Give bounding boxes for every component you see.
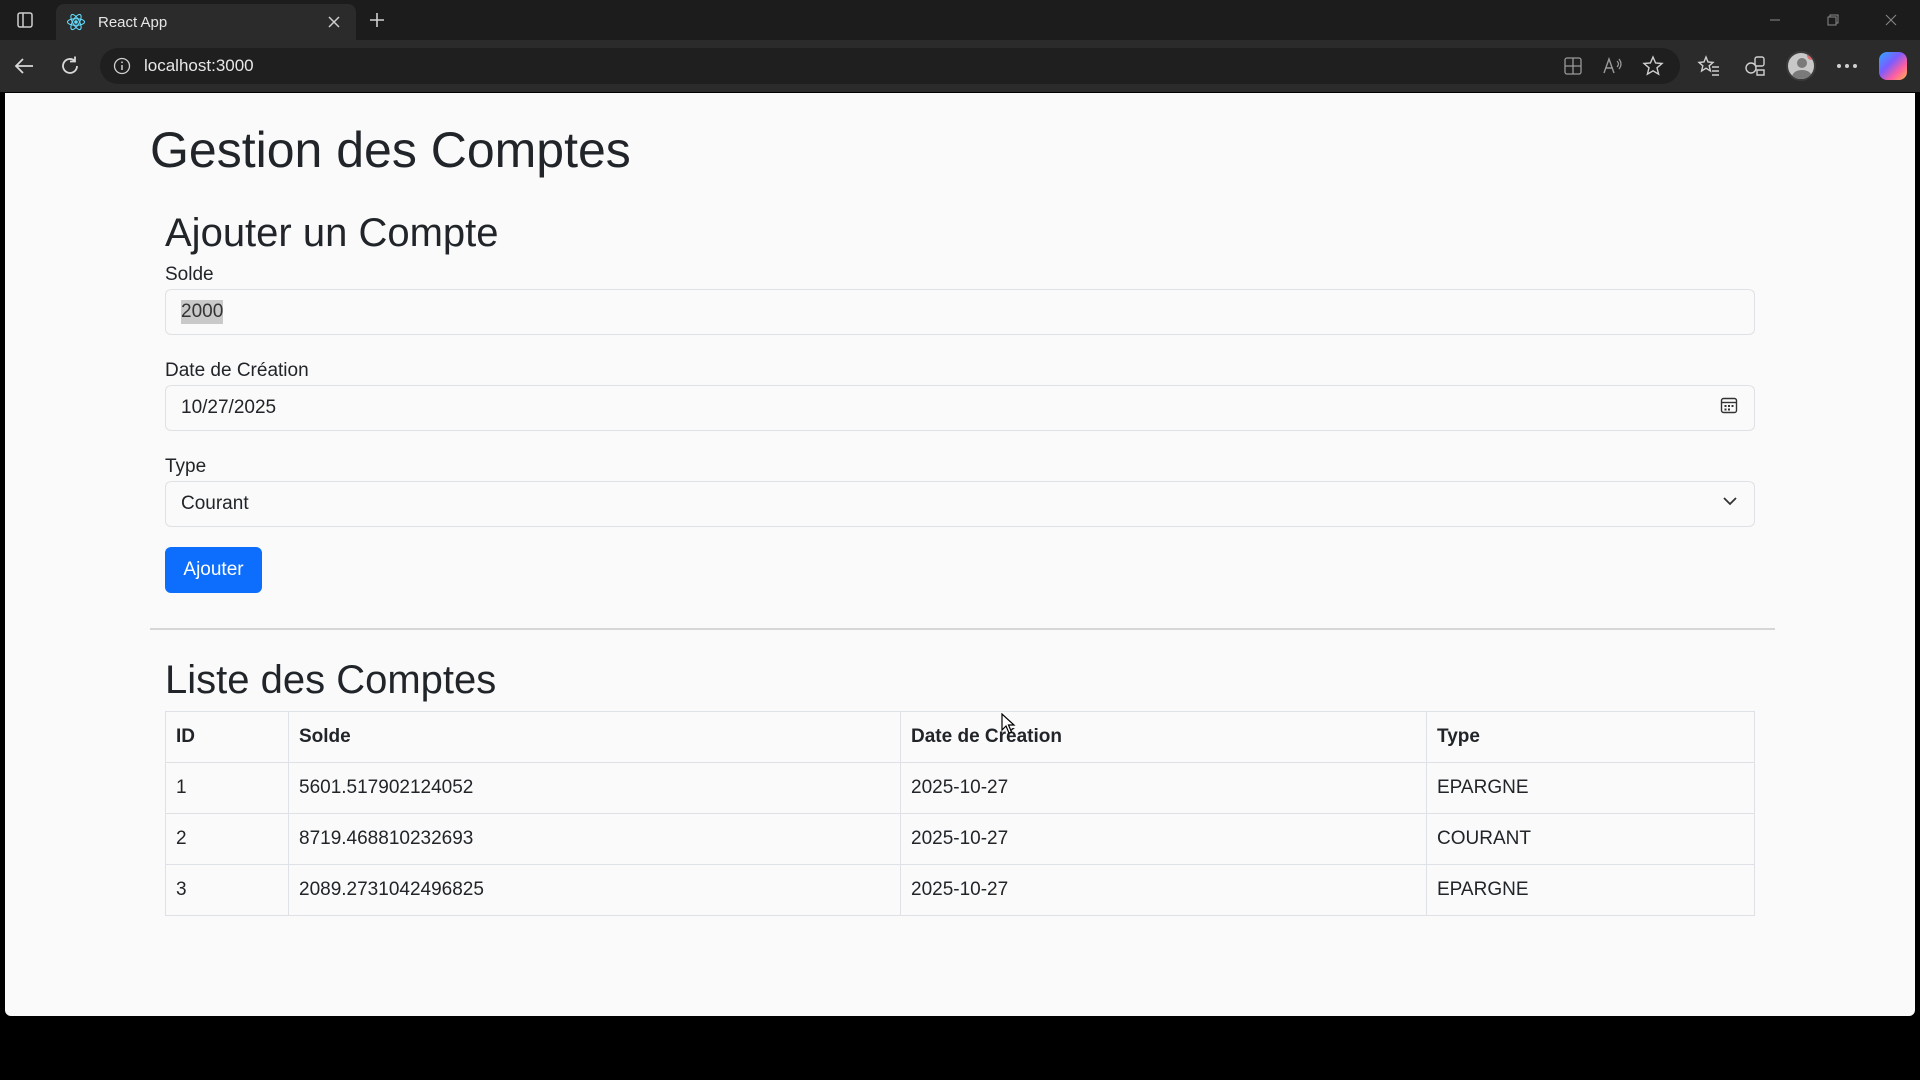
copilot-icon[interactable] <box>1878 51 1908 81</box>
browser-toolbar: localhost:3000 <box>0 40 1920 92</box>
accounts-list-section: Liste des Comptes ID Solde Date de Créat… <box>165 658 1755 916</box>
type-select[interactable]: Courant <box>165 481 1755 527</box>
browser-tab[interactable]: React App <box>56 4 356 40</box>
restore-icon[interactable] <box>1804 0 1862 40</box>
reload-icon[interactable] <box>56 52 84 80</box>
read-aloud-icon[interactable] <box>1600 53 1626 79</box>
add-account-button[interactable]: Ajouter <box>165 547 262 593</box>
calendar-icon[interactable] <box>1719 395 1739 421</box>
table-header-row: ID Solde Date de Création Type <box>165 711 1755 763</box>
new-tab-icon[interactable] <box>364 8 390 32</box>
cell-id: 2 <box>165 813 289 865</box>
cell-id: 1 <box>165 762 289 814</box>
minimize-icon[interactable] <box>1746 0 1804 40</box>
form-title: Ajouter un Compte <box>165 211 499 255</box>
cell-date: 2025-10-27 <box>900 864 1427 916</box>
type-select-value: Courant <box>181 493 249 514</box>
solde-input-value: 2000 <box>181 300 224 324</box>
cell-date: 2025-10-27 <box>900 762 1427 814</box>
add-account-form: Ajouter un Compte Solde 2000 Date de Cré… <box>165 211 1755 593</box>
tab-title: React App <box>98 13 168 31</box>
page-viewport: Gestion des Comptes Ajouter un Compte So… <box>5 93 1915 1016</box>
col-header-id: ID <box>165 711 289 763</box>
list-title: Liste des Comptes <box>165 658 497 702</box>
cell-type: EPARGNE <box>1426 864 1755 916</box>
collections-icon[interactable] <box>1740 51 1770 81</box>
section-divider <box>150 628 1775 630</box>
address-bar[interactable]: localhost:3000 <box>100 48 1680 84</box>
col-header-type: Type <box>1426 711 1755 763</box>
page-title: Gestion des Comptes <box>150 122 631 178</box>
table-row: 3 2089.2731042496825 2025-10-27 EPARGNE <box>165 864 1755 916</box>
cell-type: COURANT <box>1426 813 1755 865</box>
cell-date: 2025-10-27 <box>900 813 1427 865</box>
cell-solde: 8719.468810232693 <box>288 813 901 865</box>
mouse-cursor-icon <box>1001 712 1017 740</box>
tab-bar: React App <box>0 0 1920 40</box>
cell-solde: 2089.2731042496825 <box>288 864 901 916</box>
table-row: 1 5601.517902124052 2025-10-27 EPARGNE <box>165 762 1755 814</box>
favorites-icon[interactable] <box>1694 51 1724 81</box>
date-input-value: 10/27/2025 <box>181 397 277 418</box>
solde-label: Solde <box>165 264 214 285</box>
toolbar-actions <box>1694 50 1908 82</box>
url-text[interactable]: localhost:3000 <box>144 56 1560 76</box>
back-icon[interactable] <box>10 52 38 80</box>
type-label: Type <box>165 456 207 477</box>
date-label: Date de Création <box>165 360 309 381</box>
close-window-icon[interactable] <box>1862 0 1920 40</box>
tab-actions-icon[interactable] <box>12 8 38 32</box>
date-input[interactable]: 10/27/2025 <box>165 385 1755 431</box>
window-controls <box>1746 0 1920 40</box>
more-options-icon[interactable] <box>1832 51 1862 81</box>
notification-dot <box>1807 53 1814 60</box>
browser-chrome: React App localhost:3000 <box>0 0 1920 92</box>
profile-avatar[interactable] <box>1786 51 1816 81</box>
chevron-down-icon <box>1721 492 1739 516</box>
cell-id: 3 <box>165 864 289 916</box>
solde-input[interactable]: 2000 <box>165 289 1755 335</box>
col-header-date: Date de Création <box>900 711 1427 763</box>
close-tab-icon[interactable] <box>320 8 348 36</box>
col-header-solde: Solde <box>288 711 901 763</box>
app-available-icon[interactable] <box>1560 53 1586 79</box>
favorite-star-icon[interactable] <box>1640 53 1666 79</box>
table-row: 2 8719.468810232693 2025-10-27 COURANT <box>165 813 1755 865</box>
accounts-table: ID Solde Date de Création Type 1 5601.51… <box>165 711 1755 916</box>
react-logo-icon <box>66 12 86 32</box>
site-info-icon[interactable] <box>112 56 132 76</box>
cell-solde: 5601.517902124052 <box>288 762 901 814</box>
cell-type: EPARGNE <box>1426 762 1755 814</box>
